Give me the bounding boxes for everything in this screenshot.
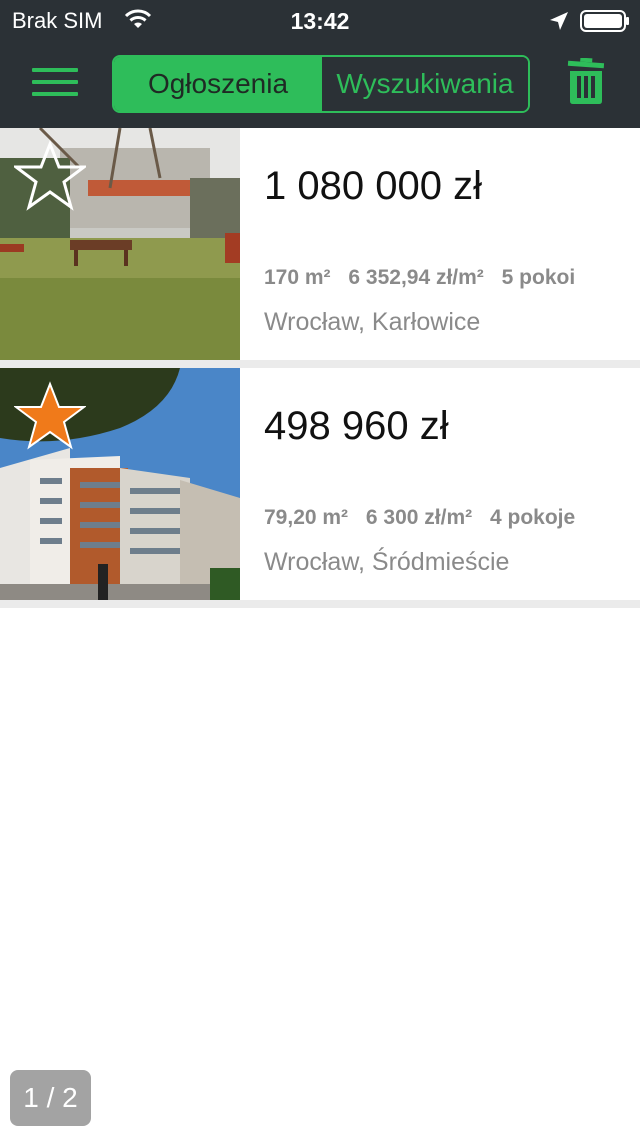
divider <box>0 360 640 368</box>
battery-icon <box>580 10 629 32</box>
tab-wyszukiwania[interactable]: Wyszukiwania <box>322 57 528 111</box>
favorite-star-icon[interactable] <box>14 140 86 212</box>
listing-location: Wrocław, Karłowice <box>264 308 481 336</box>
listing-photo <box>0 128 240 360</box>
divider <box>0 600 640 608</box>
listing-item[interactable]: 498 960 zł 79,20 m² 6 300 zł/m² 4 pokoje… <box>0 368 640 600</box>
listing-details: 170 m² 6 352,94 zł/m² 5 pokoi <box>264 266 575 290</box>
trash-icon[interactable] <box>566 58 606 104</box>
segmented-control: Ogłoszenia Wyszukiwania <box>112 55 530 113</box>
listing-price-per-m2: 6 300 zł/m² <box>365 506 473 529</box>
listing-photo <box>0 368 240 600</box>
listing-details: 79,20 m² 6 300 zł/m² 4 pokoje <box>264 506 575 530</box>
listing-area: 170 m² <box>264 266 331 289</box>
listing-location: Wrocław, Śródmieście <box>264 548 510 576</box>
listing-price: 498 960 zł <box>264 404 449 448</box>
listing-area: 79,20 m² <box>264 506 349 529</box>
tab-ogloszenia[interactable]: Ogłoszenia <box>114 57 322 111</box>
top-bar: Brak SIM 13:42 Ogłoszenia Wyszukiwania <box>0 0 640 128</box>
status-bar: Brak SIM 13:42 <box>0 0 640 40</box>
listing-price-per-m2: 6 352,94 zł/m² <box>348 266 484 289</box>
listing-price: 1 080 000 zł <box>264 164 482 208</box>
favorite-star-icon[interactable] <box>14 380 86 452</box>
page-indicator: 1 / 2 <box>10 1070 91 1126</box>
listing-item[interactable]: 1 080 000 zł 170 m² 6 352,94 zł/m² 5 pok… <box>0 128 640 360</box>
listing-rooms: 5 pokoi <box>501 266 576 289</box>
status-time: 13:42 <box>290 8 350 34</box>
menu-icon[interactable] <box>32 68 78 98</box>
location-arrow-icon <box>550 12 568 30</box>
listing-rooms: 4 pokoje <box>489 506 576 529</box>
